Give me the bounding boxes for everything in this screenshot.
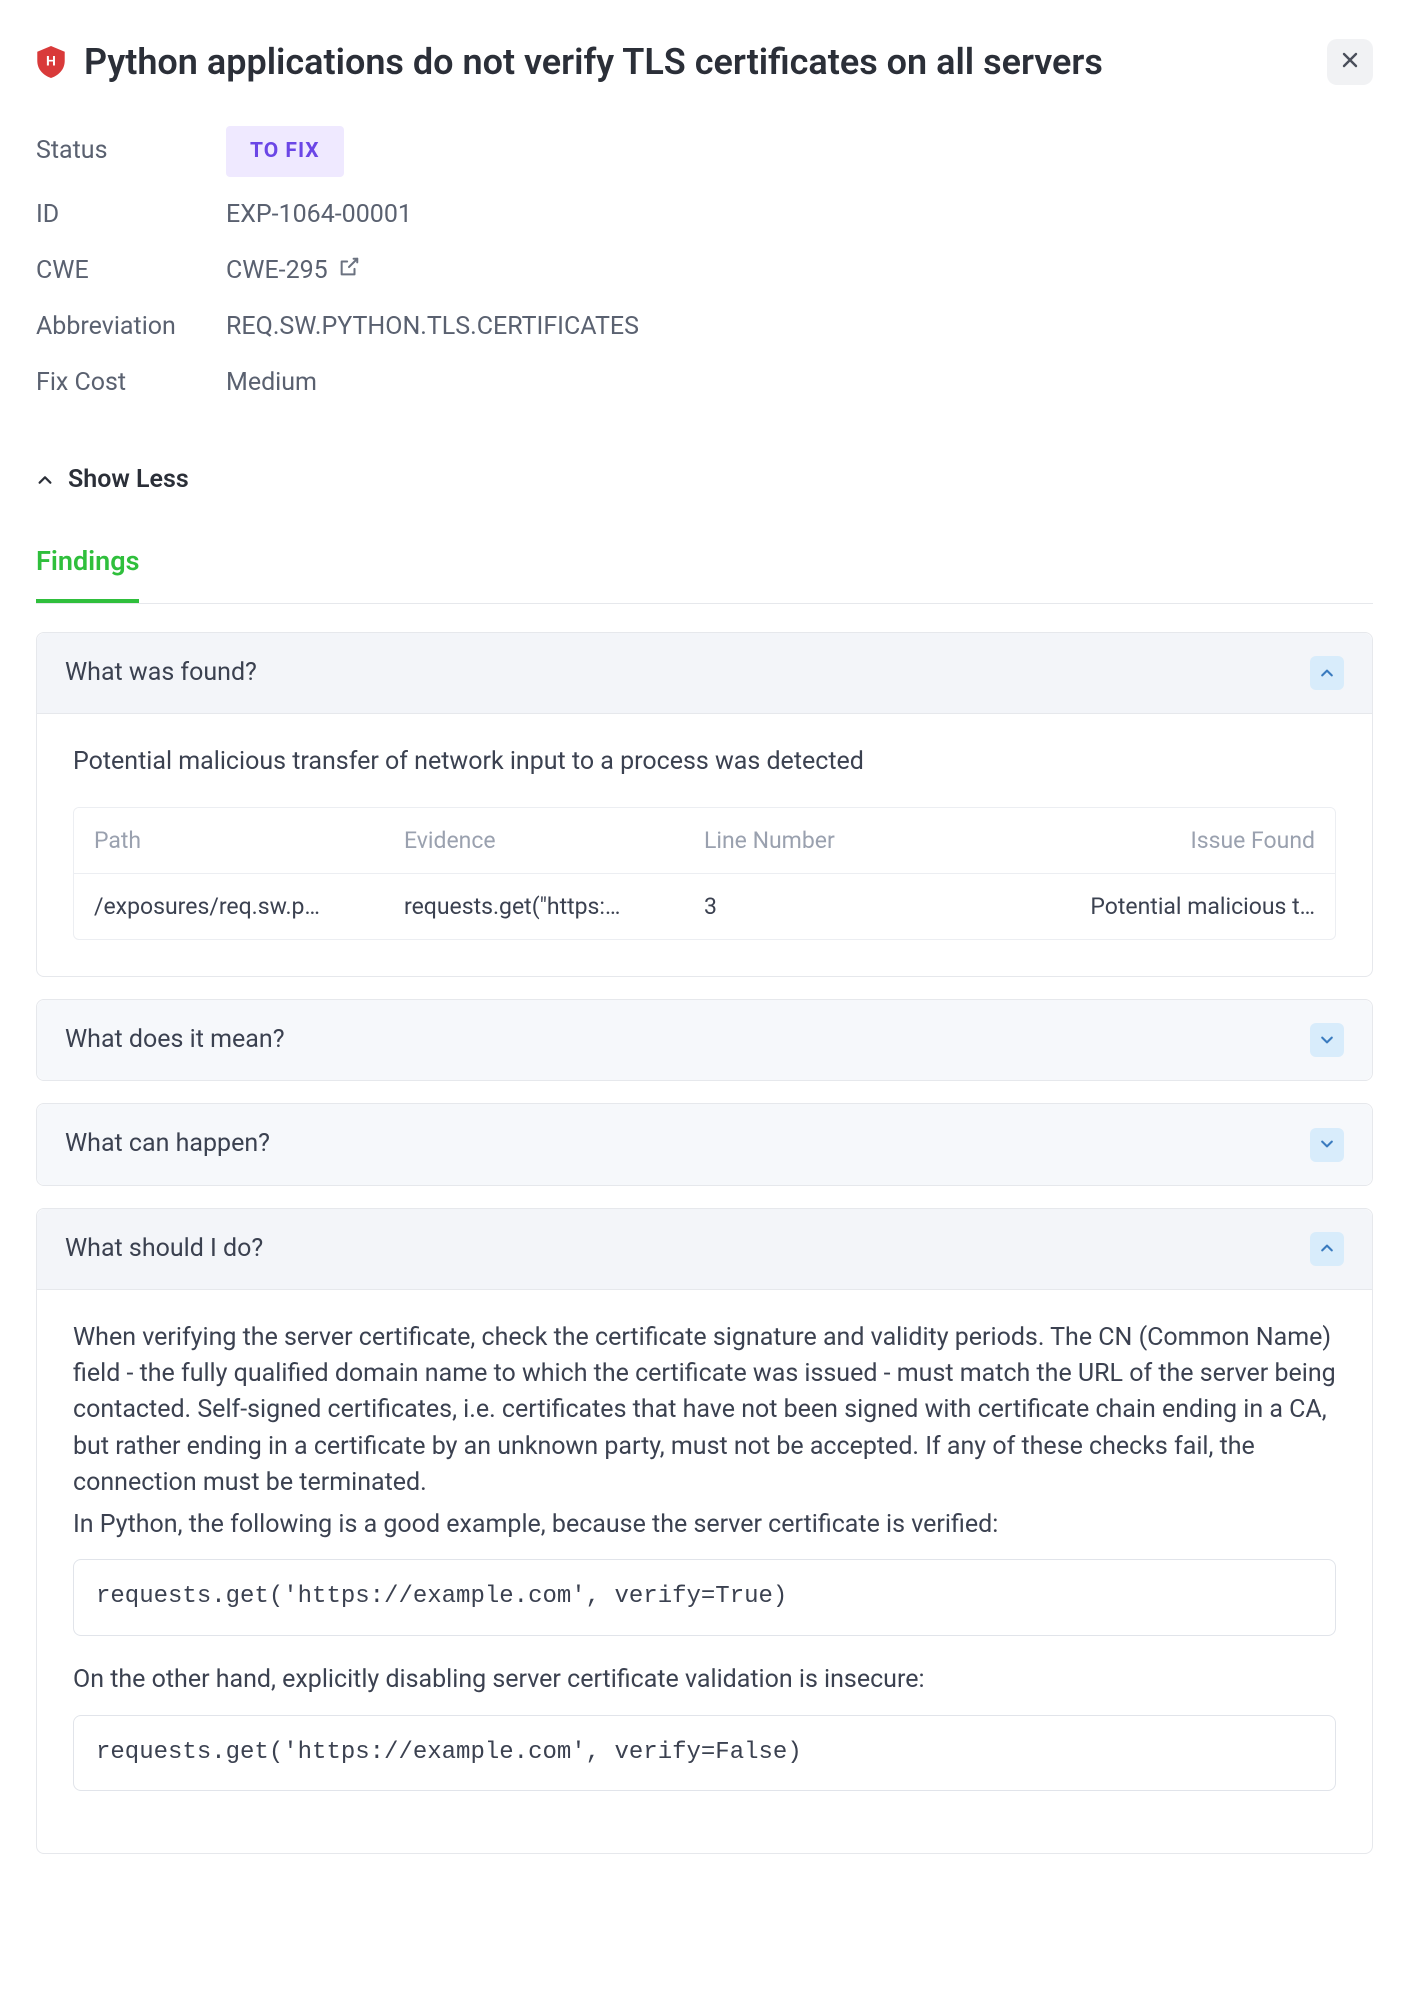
- panel-header-do[interactable]: What should I do?: [37, 1209, 1372, 1290]
- meta-value-id: EXP-1064-00001: [226, 197, 412, 233]
- svg-text:H: H: [46, 54, 56, 69]
- code-example-bad: requests.get('https://example.com', veri…: [73, 1715, 1336, 1792]
- meta-value-abbr: REQ.SW.PYTHON.TLS.CERTIFICATES: [226, 309, 639, 345]
- meta-label-fix: Fix Cost: [36, 365, 226, 401]
- meta-value-cwe: CWE-295: [226, 253, 328, 289]
- close-button[interactable]: [1327, 39, 1373, 85]
- tab-findings[interactable]: Findings: [36, 542, 139, 603]
- cwe-link[interactable]: CWE-295: [226, 253, 360, 289]
- panel-what-can-happen: What can happen?: [36, 1103, 1373, 1185]
- severity-shield-icon: H: [36, 45, 66, 79]
- chevron-up-icon: [1319, 656, 1335, 691]
- chevron-down-icon: [1319, 1127, 1335, 1162]
- col-path: Path: [74, 808, 384, 873]
- meta-value-fix: Medium: [226, 365, 317, 401]
- meta-label-abbr: Abbreviation: [36, 309, 226, 345]
- meta-label-status: Status: [36, 133, 226, 169]
- findings-table: Path Evidence Line Number Issue Found /e…: [73, 807, 1336, 941]
- page-title: Python applications do not verify TLS ce…: [84, 36, 1309, 88]
- table-row[interactable]: /exposures/req.sw.p… requests.get("https…: [74, 874, 1335, 939]
- cell-issue: Potential malicious t…: [964, 874, 1335, 939]
- meta-label-id: ID: [36, 197, 226, 233]
- panel-what-does-it-mean: What does it mean?: [36, 999, 1373, 1081]
- panel-header-found[interactable]: What was found?: [37, 633, 1372, 714]
- col-issue: Issue Found: [964, 808, 1335, 873]
- panel-expand-button[interactable]: [1310, 1023, 1344, 1057]
- panel-header-mean[interactable]: What does it mean?: [37, 1000, 1372, 1080]
- chevron-up-icon: [36, 471, 54, 489]
- external-link-icon: [338, 253, 360, 289]
- meta-label-cwe: CWE: [36, 253, 226, 289]
- chevron-up-icon: [1319, 1231, 1335, 1266]
- code-example-good: requests.get('https://example.com', veri…: [73, 1559, 1336, 1636]
- show-less-toggle[interactable]: Show Less: [36, 462, 189, 498]
- meta-table: Status TO FIX ID EXP-1064-00001 CWE CWE-…: [36, 116, 1373, 411]
- panel-what-was-found: What was found? Potential malicious tran…: [36, 632, 1373, 977]
- status-badge: TO FIX: [226, 126, 344, 176]
- cell-line: 3: [684, 874, 964, 939]
- recommendation-paragraph-2: In Python, the following is a good examp…: [73, 1507, 1336, 1543]
- tab-bar: Findings: [36, 542, 1373, 604]
- panel-title-do: What should I do?: [65, 1231, 263, 1267]
- cell-path: /exposures/req.sw.p…: [74, 874, 384, 939]
- panel-title-found: What was found?: [65, 655, 257, 691]
- recommendation-paragraph-1: When verifying the server certificate, c…: [73, 1320, 1336, 1501]
- close-icon: [1340, 45, 1360, 80]
- finding-description: Potential malicious transfer of network …: [73, 744, 1336, 780]
- col-evidence: Evidence: [384, 808, 684, 873]
- recommendation-paragraph-3: On the other hand, explicitly disabling …: [73, 1662, 1336, 1698]
- col-line: Line Number: [684, 808, 964, 873]
- panel-expand-button[interactable]: [1310, 1128, 1344, 1162]
- chevron-down-icon: [1319, 1023, 1335, 1058]
- cell-evidence: requests.get("https:…: [384, 874, 684, 939]
- panel-collapse-button[interactable]: [1310, 656, 1344, 690]
- panel-header-happen[interactable]: What can happen?: [37, 1104, 1372, 1184]
- panel-title-happen: What can happen?: [65, 1126, 270, 1162]
- show-less-label: Show Less: [68, 462, 189, 498]
- panel-title-mean: What does it mean?: [65, 1022, 285, 1058]
- panel-what-should-i-do: What should I do? When verifying the ser…: [36, 1208, 1373, 1855]
- panel-collapse-button[interactable]: [1310, 1232, 1344, 1266]
